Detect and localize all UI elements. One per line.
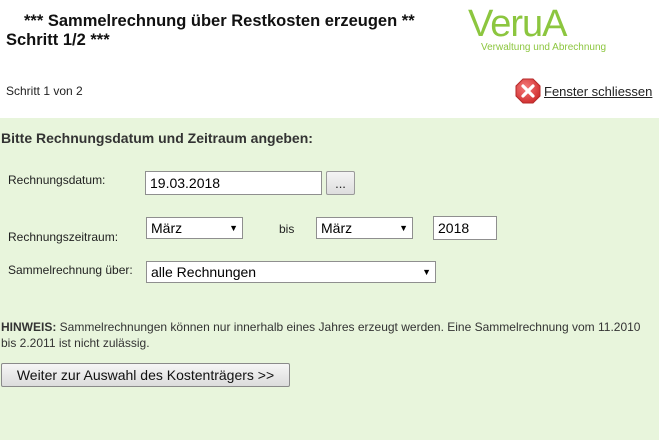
year-input[interactable]: 2018 [433,216,497,240]
chevron-down-icon: ▼ [229,223,238,233]
title-line-2: Schritt 1/2 *** [6,31,110,49]
page-title: *** Sammelrechnung über Restkosten erzeu… [6,12,466,50]
month-from-value: März [151,220,183,236]
form-intro: Bitte Rechnungsdatum und Zeitraum angebe… [1,130,313,146]
close-icon[interactable] [514,77,542,105]
sammelrechnung-select[interactable]: alle Rechnungen ▼ [146,261,436,283]
close-window-label[interactable]: Fenster schliessen [544,84,652,99]
verua-logo: VeruA Verwaltung und Abrechnung [468,4,638,60]
hint-body: Sammelrechnungen können nur innerhalb ei… [1,320,641,350]
form-panel: Bitte Rechnungsdatum und Zeitraum angebe… [0,118,659,440]
month-to-select[interactable]: März ▼ [316,217,413,239]
close-window-link[interactable]: Fenster schliessen [514,77,652,105]
rechnungszeitraum-label: Rechnungszeitraum: [8,230,119,244]
title-line-1: *** Sammelrechnung über Restkosten erzeu… [24,12,415,30]
year-value: 2018 [438,220,470,236]
chevron-down-icon: ▼ [399,223,408,233]
step-indicator: Schritt 1 von 2 [6,84,83,98]
logo-tagline: Verwaltung und Abrechnung [481,42,607,53]
date-picker-button[interactable]: ... [326,171,355,195]
rechnungsdatum-label: Rechnungsdatum: [8,173,106,187]
next-button[interactable]: Weiter zur Auswahl des Kostenträgers >> [1,363,290,387]
sammelrechnung-value: alle Rechnungen [151,264,257,280]
logo-wordmark: VeruA [468,3,568,45]
month-from-select[interactable]: März ▼ [146,217,243,239]
chevron-down-icon: ▼ [422,267,431,277]
hint-prefix: HINWEIS: [1,320,57,334]
rechnungsdatum-input[interactable]: 19.03.2018 [145,171,322,195]
rechnungsdatum-value: 19.03.2018 [150,175,221,191]
bis-label: bis [279,222,295,236]
header: *** Sammelrechnung über Restkosten erzeu… [0,0,659,118]
sammelrechnung-label: Sammelrechnung über: [8,263,133,277]
month-to-value: März [321,220,353,236]
hint-text: HINWEIS: Sammelrechnungen können nur inn… [1,319,651,351]
